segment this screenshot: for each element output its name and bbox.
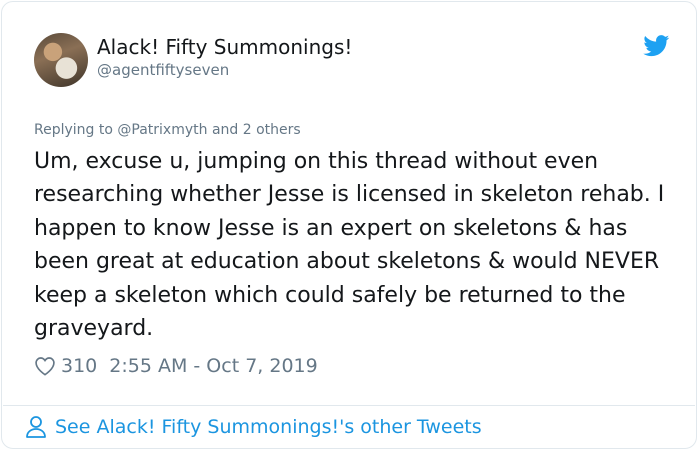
divider [3, 405, 695, 406]
timestamp[interactable]: 2:55 AM - Oct 7, 2019 [109, 355, 317, 377]
other-tweets-link[interactable]: See Alack! Fifty Summonings!'s other Twe… [25, 415, 482, 439]
author-handle[interactable]: @agentfiftyseven [97, 61, 229, 79]
avatar[interactable] [34, 33, 88, 87]
heart-icon[interactable] [34, 356, 56, 376]
person-icon [26, 416, 46, 438]
replying-suffix[interactable]: and 2 others [212, 122, 301, 138]
author-name[interactable]: Alack! Fifty Summonings! [97, 35, 352, 59]
twitter-bird-icon[interactable] [643, 35, 670, 57]
other-tweets-label[interactable]: See Alack! Fifty Summonings!'s other Twe… [55, 416, 482, 438]
tweet-card: Alack! Fifty Summonings! @agentfiftyseve… [1, 1, 697, 449]
mention-link[interactable]: @Patrixmyth [117, 122, 207, 138]
like-count[interactable]: 310 [61, 355, 97, 377]
replying-to: Replying to @Patrixmyth and 2 others [34, 122, 301, 138]
tweet-meta: 310 2:55 AM - Oct 7, 2019 [34, 353, 318, 379]
tweet-text: Um, excuse u, jumping on this thread wit… [34, 149, 665, 342]
replying-prefix: Replying to [34, 122, 113, 138]
